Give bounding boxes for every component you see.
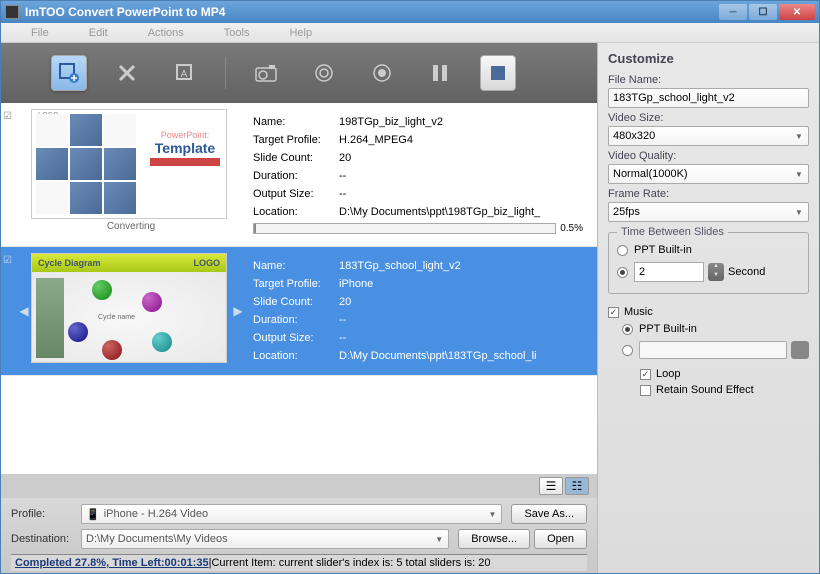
camera-icon (255, 64, 277, 82)
radio-ppt-builtin[interactable] (617, 245, 628, 256)
panel-title: Customize (608, 51, 809, 66)
seconds-input[interactable]: 2 (634, 262, 704, 282)
view-list-button[interactable]: ☰ (539, 477, 563, 495)
saveas-button[interactable]: Save As... (511, 504, 587, 524)
item-name: 183TGp_school_light_v2 (339, 260, 583, 272)
chevron-down-icon: ▼ (792, 205, 806, 219)
menu-file[interactable]: File (11, 27, 69, 39)
list-item[interactable]: ☑ LOGO PowerPoint: Temp (1, 103, 597, 247)
chevron-down-icon: ▼ (792, 167, 806, 181)
status-bar: Completed 27.8%, Time Left:00:01:35|Curr… (11, 554, 587, 571)
minimize-button[interactable]: ─ (719, 4, 747, 20)
svg-text:A: A (181, 69, 188, 80)
prev-slide-button[interactable]: ◀ (17, 253, 31, 369)
time-between-group: Time Between Slides PPT Built-in 2 ▲▼ Se… (608, 232, 809, 294)
customize-panel: Customize File Name: 183TGp_school_light… (597, 43, 819, 573)
next-slide-button[interactable] (231, 109, 245, 240)
item-thumbnail: Cycle DiagramLOGO Cycle name (31, 253, 227, 363)
next-slide-button[interactable]: ▶ (231, 253, 245, 369)
chevron-down-icon: ▼ (485, 507, 499, 521)
radio-music-custom[interactable] (622, 345, 633, 356)
stop-icon (490, 65, 506, 81)
toolbar: A (1, 43, 597, 103)
browse-button[interactable]: Browse... (458, 529, 530, 549)
chevron-down-icon: ▼ (432, 532, 446, 546)
delete-icon (117, 63, 137, 83)
pause-icon (432, 64, 448, 82)
music-checkbox[interactable]: ✓ (608, 307, 619, 318)
music-path-input[interactable] (639, 341, 787, 359)
chevron-down-icon: ▼ (792, 129, 806, 143)
seconds-spinner[interactable]: ▲▼ (708, 263, 724, 281)
view-detail-button[interactable]: ☷ (565, 477, 589, 495)
loop-checkbox[interactable]: ✓ (640, 369, 651, 380)
menu-tools[interactable]: Tools (204, 27, 270, 39)
target-icon (314, 63, 334, 83)
add-icon (58, 62, 80, 84)
clear-icon: A (174, 62, 196, 84)
item-name: 198TGp_biz_light_v2 (339, 116, 583, 128)
record-icon (372, 63, 392, 83)
item-checkbox[interactable]: ☑ (3, 109, 17, 240)
bottom-panel: Profile: 📱 iPhone - H.264 Video ▼ Save A… (1, 498, 597, 573)
menu-edit[interactable]: Edit (69, 27, 128, 39)
list-item[interactable]: ☑ ◀ Cycle DiagramLOGO Cycle name (1, 247, 597, 376)
videoquality-combo[interactable]: Normal(1000K)▼ (608, 164, 809, 184)
profile-combo[interactable]: 📱 iPhone - H.264 Video ▼ (81, 504, 502, 524)
record-button[interactable] (364, 55, 400, 91)
radio-music-builtin[interactable] (622, 324, 633, 335)
music-browse-button[interactable] (791, 341, 809, 359)
prev-slide-button[interactable] (17, 109, 31, 240)
menubar: File Edit Actions Tools Help (1, 23, 819, 43)
menu-actions[interactable]: Actions (128, 27, 204, 39)
filename-input[interactable]: 183TGp_school_light_v2 (608, 88, 809, 108)
app-window: ImTOO Convert PowerPoint to MP4 ─ ☐ ✕ Fi… (0, 0, 820, 574)
item-list: ☑ LOGO PowerPoint: Temp (1, 103, 597, 474)
settings-button[interactable] (306, 55, 342, 91)
progress-bar (253, 223, 556, 234)
retain-checkbox[interactable] (640, 385, 651, 396)
videosize-combo[interactable]: 480x320▼ (608, 126, 809, 146)
delete-button[interactable] (109, 55, 145, 91)
snapshot-button[interactable] (248, 55, 284, 91)
radio-custom-seconds[interactable] (617, 267, 628, 278)
item-checkbox[interactable]: ☑ (3, 253, 17, 369)
pause-button[interactable] (422, 55, 458, 91)
add-button[interactable] (51, 55, 87, 91)
destination-combo[interactable]: D:\My Documents\My Videos ▼ (81, 529, 449, 549)
app-title: ImTOO Convert PowerPoint to MP4 (25, 5, 225, 19)
titlebar: ImTOO Convert PowerPoint to MP4 ─ ☐ ✕ (1, 1, 819, 23)
close-button[interactable]: ✕ (779, 4, 815, 20)
clear-button[interactable]: A (167, 55, 203, 91)
menu-help[interactable]: Help (269, 27, 332, 39)
app-icon (5, 5, 19, 19)
open-button[interactable]: Open (534, 529, 587, 549)
item-thumbnail: LOGO PowerPoint: Template (31, 109, 227, 219)
framerate-combo[interactable]: 25fps▼ (608, 202, 809, 222)
maximize-button[interactable]: ☐ (749, 4, 777, 20)
item-status: Converting (31, 221, 231, 232)
view-toggle: ☰ ☷ (1, 474, 597, 498)
stop-button[interactable] (480, 55, 516, 91)
